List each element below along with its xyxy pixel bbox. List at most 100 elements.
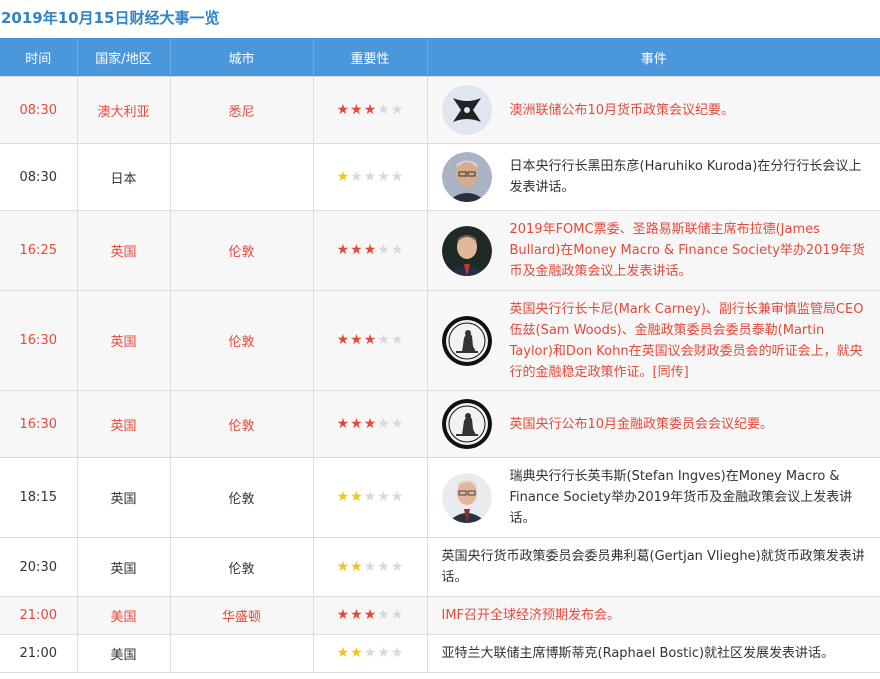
event-cell: 日本央行行长黑田东彦(Haruhiko Kuroda)在分行行长会议上发表讲话。 (426, 143, 880, 211)
time-cell: 08:30 (0, 76, 78, 144)
country-cell: 英国 (76, 290, 171, 391)
star-icon: ★ (350, 332, 363, 348)
star-icon: ★ (363, 645, 377, 661)
star-rating: ★ ★ ★ ★ ★ (336, 490, 404, 504)
event-cell: 英国央行公布10月金融政策委员会会议纪要。 (426, 390, 880, 458)
header-event: 事件 (426, 38, 880, 77)
star-rating: ★ ★ ★ ★ ★ (336, 103, 404, 117)
city-cell (169, 143, 314, 211)
event-text: IMF召开全球经济预期发布会。 (441, 608, 621, 623)
rba-logo-icon (441, 85, 492, 135)
star-icon: ★ (377, 242, 390, 258)
time-cell: 18:15 (0, 457, 78, 538)
importance-cell: ★ ★ ★ ★ ★ (312, 143, 428, 211)
star-icon: ★ (350, 415, 363, 432)
star-icon: ★ (377, 332, 390, 348)
star-icon: ★ (363, 489, 377, 505)
city-cell: 伦敦 (169, 290, 314, 391)
star-icon: ★ (377, 558, 390, 575)
country-cell: 美国 (76, 596, 171, 635)
star-rating: ★ ★ ★ ★ ★ (336, 560, 404, 574)
event-text: 英国央行行长卡尼(Mark Carney)、副行长兼审慎监管局CEO伍兹(Sam… (509, 301, 864, 380)
city-cell (169, 634, 314, 673)
star-icon: ★ (336, 168, 350, 185)
star-icon: ★ (390, 332, 404, 348)
star-icon: ★ (363, 415, 377, 432)
boe-logo-icon (441, 315, 492, 366)
star-icon: ★ (363, 558, 377, 575)
star-icon: ★ (336, 332, 350, 348)
city-cell: 伦敦 (169, 390, 314, 458)
table-header-row: 时间 国家/地区 城市 重要性 事件 (0, 38, 880, 77)
avatar (441, 225, 492, 276)
time-cell: 20:30 (0, 537, 78, 597)
star-icon: ★ (390, 242, 404, 258)
star-icon: ★ (390, 607, 404, 623)
time-cell: 16:25 (0, 210, 78, 291)
star-icon: ★ (336, 558, 350, 575)
country-cell: 英国 (76, 537, 171, 597)
star-icon: ★ (363, 607, 377, 623)
time-cell: 16:30 (0, 390, 78, 458)
star-icon: ★ (377, 489, 390, 505)
importance-cell: ★ ★ ★ ★ ★ (312, 596, 428, 635)
star-icon: ★ (350, 645, 363, 661)
star-icon: ★ (377, 607, 390, 623)
city-cell: 伦敦 (169, 457, 314, 538)
table-row: 16:30 英国 伦敦 ★ ★ ★ ★ ★ 英国央行公布10月金融政策委员会会议纪要。 (0, 390, 880, 458)
event-cell: IMF召开全球经济预期发布会。 (426, 596, 880, 635)
country-cell: 日本 (76, 143, 171, 211)
star-icon: ★ (390, 101, 404, 118)
importance-cell: ★ ★ ★ ★ ★ (312, 634, 428, 673)
header-country: 国家/地区 (76, 38, 170, 77)
star-icon: ★ (390, 415, 404, 432)
event-text: 瑞典央行行长英韦斯(Stefan Ingves)在Money Macro & F… (509, 469, 853, 526)
boe-logo-icon (441, 399, 492, 449)
star-icon: ★ (363, 101, 377, 118)
time-cell: 16:30 (0, 290, 78, 391)
importance-cell: ★ ★ ★ ★ ★ (312, 390, 428, 458)
event-text: 日本央行行长黑田东彦(Haruhiko Kuroda)在分行行长会议上发表讲话。 (509, 159, 862, 195)
star-icon: ★ (390, 558, 404, 575)
event-cell: 亚特兰大联储主席博斯蒂克(Raphael Bostic)就社区发展发表讲话。 (426, 634, 880, 673)
header-importance: 重要性 (312, 38, 427, 77)
time-cell: 21:00 (0, 634, 78, 673)
star-rating: ★ ★ ★ ★ ★ (336, 243, 404, 257)
event-cell: 英国央行行长卡尼(Mark Carney)、副行长兼审慎监管局CEO伍兹(Sam… (426, 290, 880, 391)
country-cell: 英国 (76, 210, 171, 291)
event-text: 亚特兰大联储主席博斯蒂克(Raphael Bostic)就社区发展发表讲话。 (441, 646, 835, 661)
city-cell: 华盛顿 (169, 596, 314, 635)
avatar (441, 152, 492, 202)
importance-cell: ★ ★ ★ ★ ★ (312, 210, 428, 291)
importance-cell: ★ ★ ★ ★ ★ (312, 76, 428, 144)
star-rating: ★ ★ ★ ★ ★ (336, 170, 404, 184)
star-icon: ★ (377, 168, 390, 185)
star-icon: ★ (350, 242, 363, 258)
events-table: 时间 国家/地区 城市 重要性 事件 08:30 澳大利亚 悉尼 ★ ★ ★ ★ ★ 澳… (0, 38, 880, 673)
event-text: 澳洲联储公布10月货币政策会议纪要。 (509, 102, 735, 118)
star-icon: ★ (350, 101, 363, 118)
header-city: 城市 (169, 38, 313, 77)
city-cell: 伦敦 (169, 210, 314, 291)
star-icon: ★ (350, 489, 363, 505)
time-cell: 21:00 (0, 596, 78, 635)
header-time: 时间 (0, 38, 77, 77)
city-cell: 悉尼 (169, 76, 314, 144)
importance-cell: ★ ★ ★ ★ ★ (312, 457, 428, 538)
star-icon: ★ (390, 489, 404, 505)
importance-cell: ★ ★ ★ ★ ★ (312, 537, 428, 597)
country-cell: 英国 (76, 457, 171, 538)
star-icon: ★ (363, 332, 377, 348)
star-rating: ★ ★ ★ ★ ★ (336, 608, 404, 622)
star-icon: ★ (336, 415, 350, 432)
table-row: 21:00 美国 ★ ★ ★ ★ ★ 亚特兰大联储主席博斯蒂克(Raphael Bost… (0, 634, 880, 673)
event-cell: 澳洲联储公布10月货币政策会议纪要。 (426, 76, 880, 144)
star-icon: ★ (350, 558, 363, 575)
time-cell: 08:30 (0, 143, 78, 211)
table-row: 16:25 英国 伦敦 ★ ★ ★ ★ ★ 2019年FOMC票委、圣路易斯联储主席布拉… (0, 210, 880, 291)
star-icon: ★ (377, 101, 390, 118)
event-cell: 瑞典央行行长英韦斯(Stefan Ingves)在Money Macro & F… (426, 457, 880, 538)
star-icon: ★ (390, 645, 404, 661)
city-cell: 伦敦 (169, 537, 314, 597)
event-text: 2019年FOMC票委、圣路易斯联储主席布拉德(James Bullard)在M… (509, 222, 865, 279)
